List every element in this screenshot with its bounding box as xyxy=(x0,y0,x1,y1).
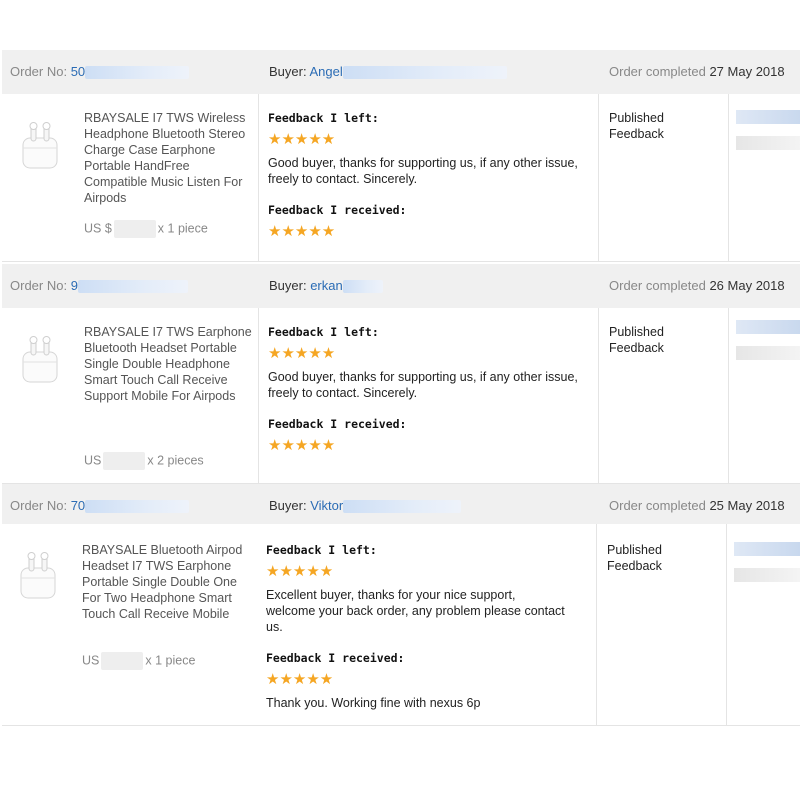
redacted-info xyxy=(736,320,800,362)
feedback-received-label: Feedback I received: xyxy=(268,417,407,431)
published-feedback-status: Published Feedback xyxy=(607,543,662,573)
redacted-buyer-name xyxy=(342,280,383,294)
star-icon: ★★★★★ xyxy=(268,223,336,240)
feedback-received-label: Feedback I received: xyxy=(266,651,405,665)
redacted-price xyxy=(103,452,146,470)
redacted-buyer-name xyxy=(342,66,507,80)
completed-date: 25 May 2018 xyxy=(709,498,785,513)
buyer: Buyer: Viktor xyxy=(269,484,462,528)
order-header: Order No: 9 Buyer: erkan Order completed… xyxy=(2,264,800,308)
earbuds-case-icon[interactable] xyxy=(18,552,58,600)
completed-date: 26 May 2018 xyxy=(709,278,785,293)
feedback-left-label: Feedback I left: xyxy=(268,111,379,125)
published-feedback-status: Published Feedback xyxy=(609,111,664,141)
feedback-left-text: Good buyer, thanks for supporting us, if… xyxy=(268,370,578,400)
product-title-link[interactable]: RBAYSALE I7 TWS Earphone Bluetooth Heads… xyxy=(84,324,254,404)
order-body: RBAYSALE Bluetooth Airpod Headset I7 TWS… xyxy=(2,524,800,726)
redacted-order-number xyxy=(77,280,188,294)
buyer-name-link[interactable]: erkan xyxy=(310,278,343,293)
published-feedback-status: Published Feedback xyxy=(609,325,664,355)
feedback-left-label: Feedback I left: xyxy=(268,325,379,339)
redacted-order-number xyxy=(85,66,190,80)
product-title-link[interactable]: RBAYSALE Bluetooth Airpod Headset I7 TWS… xyxy=(82,542,252,622)
feedback-received-text: Thank you. Working fine with nexus 6p xyxy=(266,696,481,710)
buyer-name-link[interactable]: Angel xyxy=(309,64,342,79)
price-quantity: US x 2 pieces xyxy=(84,452,204,470)
feedback-left-text: Excellent buyer, thanks for your nice su… xyxy=(266,588,565,634)
star-icon: ★★★★★ xyxy=(268,345,336,362)
completed-date: 27 May 2018 xyxy=(709,64,785,79)
redacted-price xyxy=(101,652,144,670)
earbuds-case-icon[interactable] xyxy=(20,122,60,170)
price-quantity: US $ x 1 piece xyxy=(84,220,208,238)
order-status: Order completed 25 May 2018 xyxy=(609,498,785,513)
order-number[interactable]: Order No: 70 xyxy=(10,484,190,528)
order-header: Order No: 70 Buyer: Viktor Order complet… xyxy=(2,484,800,528)
product-title-link[interactable]: RBAYSALE I7 TWS Wireless Headphone Bluet… xyxy=(84,110,254,206)
order-status: Order completed 27 May 2018 xyxy=(609,64,785,79)
earbuds-case-icon[interactable] xyxy=(20,336,60,384)
star-icon: ★★★★★ xyxy=(268,437,336,454)
order-body: RBAYSALE I7 TWS Wireless Headphone Bluet… xyxy=(2,94,800,262)
order-number[interactable]: Order No: 50 xyxy=(10,50,190,94)
redacted-order-number xyxy=(85,500,190,514)
buyer-name-link[interactable]: Viktor xyxy=(310,498,343,513)
order-body: RBAYSALE I7 TWS Earphone Bluetooth Heads… xyxy=(2,308,800,484)
order-status: Order completed 26 May 2018 xyxy=(609,278,785,293)
buyer: Buyer: Angel xyxy=(269,50,507,94)
redacted-price xyxy=(113,220,156,238)
redacted-info xyxy=(734,542,800,584)
order-header: Order No: 50 Buyer: Angel Order complete… xyxy=(2,50,800,94)
buyer: Buyer: erkan xyxy=(269,264,383,308)
redacted-buyer-name xyxy=(343,500,462,514)
star-icon: ★★★★★ xyxy=(268,131,336,148)
redacted-info xyxy=(736,110,800,152)
feedback-left-text: Good buyer, thanks for supporting us, if… xyxy=(268,156,578,186)
star-icon: ★★★★★ xyxy=(266,671,334,688)
feedback-left-label: Feedback I left: xyxy=(266,543,377,557)
price-quantity: US x 1 piece xyxy=(82,652,195,670)
order-number[interactable]: Order No: 9 xyxy=(10,264,188,308)
feedback-received-label: Feedback I received: xyxy=(268,203,407,217)
star-icon: ★★★★★ xyxy=(266,563,334,580)
